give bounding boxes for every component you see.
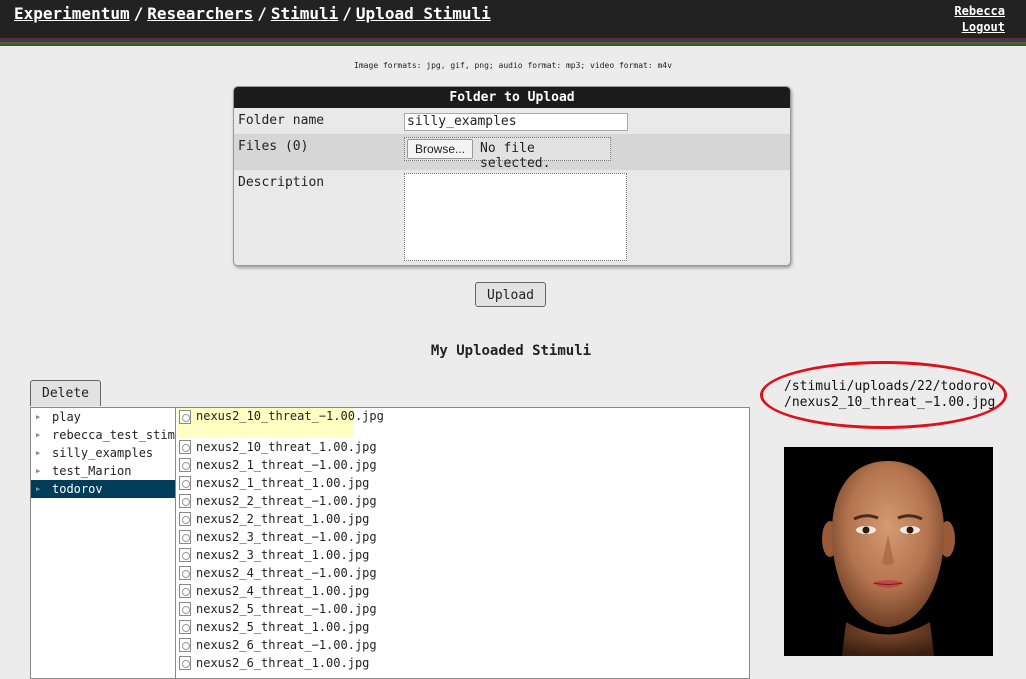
folder-label: todorov [52, 482, 103, 496]
breadcrumb-stimuli[interactable]: Stimuli [271, 4, 338, 23]
file-item[interactable]: nexus2_5_threat_−1.00.jpg [177, 600, 749, 618]
upload-form-title: Folder to Upload [234, 87, 790, 108]
image-file-icon [179, 410, 191, 424]
file-input[interactable]: Browse... No file selected. [404, 137, 611, 171]
folder-name-row: Folder name silly_examples [234, 108, 790, 134]
folder-label: test_Marion [52, 464, 132, 478]
folder-name-label: Folder name [238, 113, 325, 128]
file-name: nexus2_3_threat_−1.00.jpg [196, 530, 377, 544]
folder-item[interactable]: ▶ todorov [31, 480, 175, 498]
image-file-icon [179, 494, 191, 508]
file-name: nexus2_5_threat_1.00.jpg [196, 620, 370, 634]
file-item[interactable]: nexus2_10_threat_−1.00.jpg [177, 408, 384, 438]
expand-arrow-icon[interactable]: ▶ [36, 408, 40, 426]
breadcrumb-separator: / [257, 4, 267, 23]
file-item[interactable]: nexus2_6_threat_−1.00.jpg [177, 636, 749, 654]
folder-item[interactable]: ▶ play [31, 408, 175, 426]
description-textarea[interactable] [404, 173, 627, 261]
image-file-icon [179, 476, 191, 490]
folder-label: silly_examples [52, 446, 154, 460]
file-list: nexus2_10_threat_−1.00.jpg nexus2_10_thre… [177, 408, 749, 678]
file-status: No file selected. [480, 141, 551, 171]
image-file-icon [179, 566, 191, 580]
file-item[interactable]: nexus2_1_threat_−1.00.jpg [177, 456, 749, 474]
image-file-icon [179, 548, 191, 562]
file-name: nexus2_6_threat_−1.00.jpg [196, 638, 377, 652]
file-item[interactable]: nexus2_6_threat_1.00.jpg [177, 654, 749, 672]
file-item[interactable]: nexus2_10_threat_1.00.jpg [177, 438, 749, 456]
file-item[interactable]: nexus2_3_threat_−1.00.jpg [177, 528, 749, 546]
file-name: nexus2_6_threat_1.00.jpg [196, 656, 370, 670]
file-item[interactable]: nexus2_3_threat_1.00.jpg [177, 546, 749, 564]
top-bar: Experimentum / Researchers / Stimuli / Upload … [0, 0, 1026, 38]
image-file-icon [179, 440, 191, 454]
folder-label: rebecca_test_stim [52, 428, 175, 442]
folder-item[interactable]: ▶ rebecca_test_stim [31, 426, 175, 444]
files-row: Files (0) Browse... No file selected. [234, 134, 790, 171]
browse-button[interactable]: Browse... [407, 139, 473, 159]
file-name: nexus2_2_threat_−1.00.jpg [196, 494, 377, 508]
folder-tree: ▶ play ▶ rebecca_test_stim ▶ silly_examples ▶ t… [31, 408, 176, 678]
uploaded-stimuli-title: My Uploaded Stimuli [430, 343, 592, 359]
file-item[interactable]: nexus2_5_threat_1.00.jpg [177, 618, 749, 636]
file-name: nexus2_2_threat_1.00.jpg [196, 512, 370, 526]
breadcrumb-separator: / [342, 4, 352, 23]
stimulus-preview-image [784, 447, 993, 656]
file-name: nexus2_5_threat_−1.00.jpg [196, 602, 377, 616]
user-name-link[interactable]: Rebecca [954, 3, 1005, 19]
folder-label: play [52, 410, 81, 424]
expand-arrow-icon[interactable]: ▶ [36, 462, 40, 480]
file-name: nexus2_10_threat_1.00.jpg [196, 440, 377, 454]
image-file-icon [179, 656, 191, 670]
user-menu: Rebecca Logout [954, 3, 1005, 35]
image-file-icon [179, 638, 191, 652]
image-file-icon [179, 602, 191, 616]
expand-arrow-icon[interactable]: ▶ [36, 480, 40, 498]
image-file-icon [179, 458, 191, 472]
file-item[interactable]: nexus2_4_threat_1.00.jpg [177, 582, 749, 600]
folder-name-input[interactable]: silly_examples [404, 113, 628, 131]
formats-note: Image formats: jpg, gif, png; audio form… [354, 61, 672, 70]
file-item[interactable]: nexus2_1_threat_1.00.jpg [177, 474, 749, 492]
description-row: Description [234, 170, 790, 265]
highlight-ellipse [760, 361, 1007, 429]
files-label: Files (0) [238, 139, 309, 154]
delete-button[interactable]: Delete [30, 380, 101, 406]
image-file-icon [179, 512, 191, 526]
file-name: nexus2_4_threat_−1.00.jpg [196, 566, 377, 580]
breadcrumb: Experimentum / Researchers / Stimuli / Upload … [14, 4, 491, 23]
folder-item[interactable]: ▶ test_Marion [31, 462, 175, 480]
upload-button[interactable]: Upload [475, 282, 546, 307]
file-item[interactable]: nexus2_2_threat_1.00.jpg [177, 510, 749, 528]
breadcrumb-experimentum[interactable]: Experimentum [14, 4, 130, 23]
image-file-icon [179, 584, 191, 598]
upload-form: Folder to Upload Folder name silly_examp… [233, 86, 791, 266]
stimuli-browser: ▶ play ▶ rebecca_test_stim ▶ silly_examples ▶ t… [30, 407, 750, 679]
file-name: nexus2_3_threat_1.00.jpg [196, 548, 370, 562]
expand-arrow-icon[interactable]: ▶ [36, 426, 40, 444]
breadcrumb-upload-stimuli[interactable]: Upload Stimuli [356, 4, 491, 23]
folder-item[interactable]: ▶ silly_examples [31, 444, 175, 462]
breadcrumb-separator: / [133, 4, 144, 23]
image-file-icon [179, 530, 191, 544]
image-file-icon [179, 620, 191, 634]
expand-arrow-icon[interactable]: ▶ [36, 444, 40, 462]
file-name: nexus2_4_threat_1.00.jpg [196, 584, 370, 598]
file-item[interactable]: nexus2_4_threat_−1.00.jpg [177, 564, 749, 582]
file-item[interactable]: nexus2_2_threat_−1.00.jpg [177, 492, 749, 510]
breadcrumb-researchers[interactable]: Researchers [147, 4, 253, 23]
file-name: nexus2_10_threat_−1.00.jpg [196, 409, 384, 423]
file-name: nexus2_1_threat_1.00.jpg [196, 476, 370, 490]
header-stripe [0, 44, 1026, 46]
file-name: nexus2_1_threat_−1.00.jpg [196, 458, 377, 472]
description-label: Description [238, 175, 325, 190]
logout-link[interactable]: Logout [954, 19, 1005, 35]
face-image [784, 447, 993, 656]
